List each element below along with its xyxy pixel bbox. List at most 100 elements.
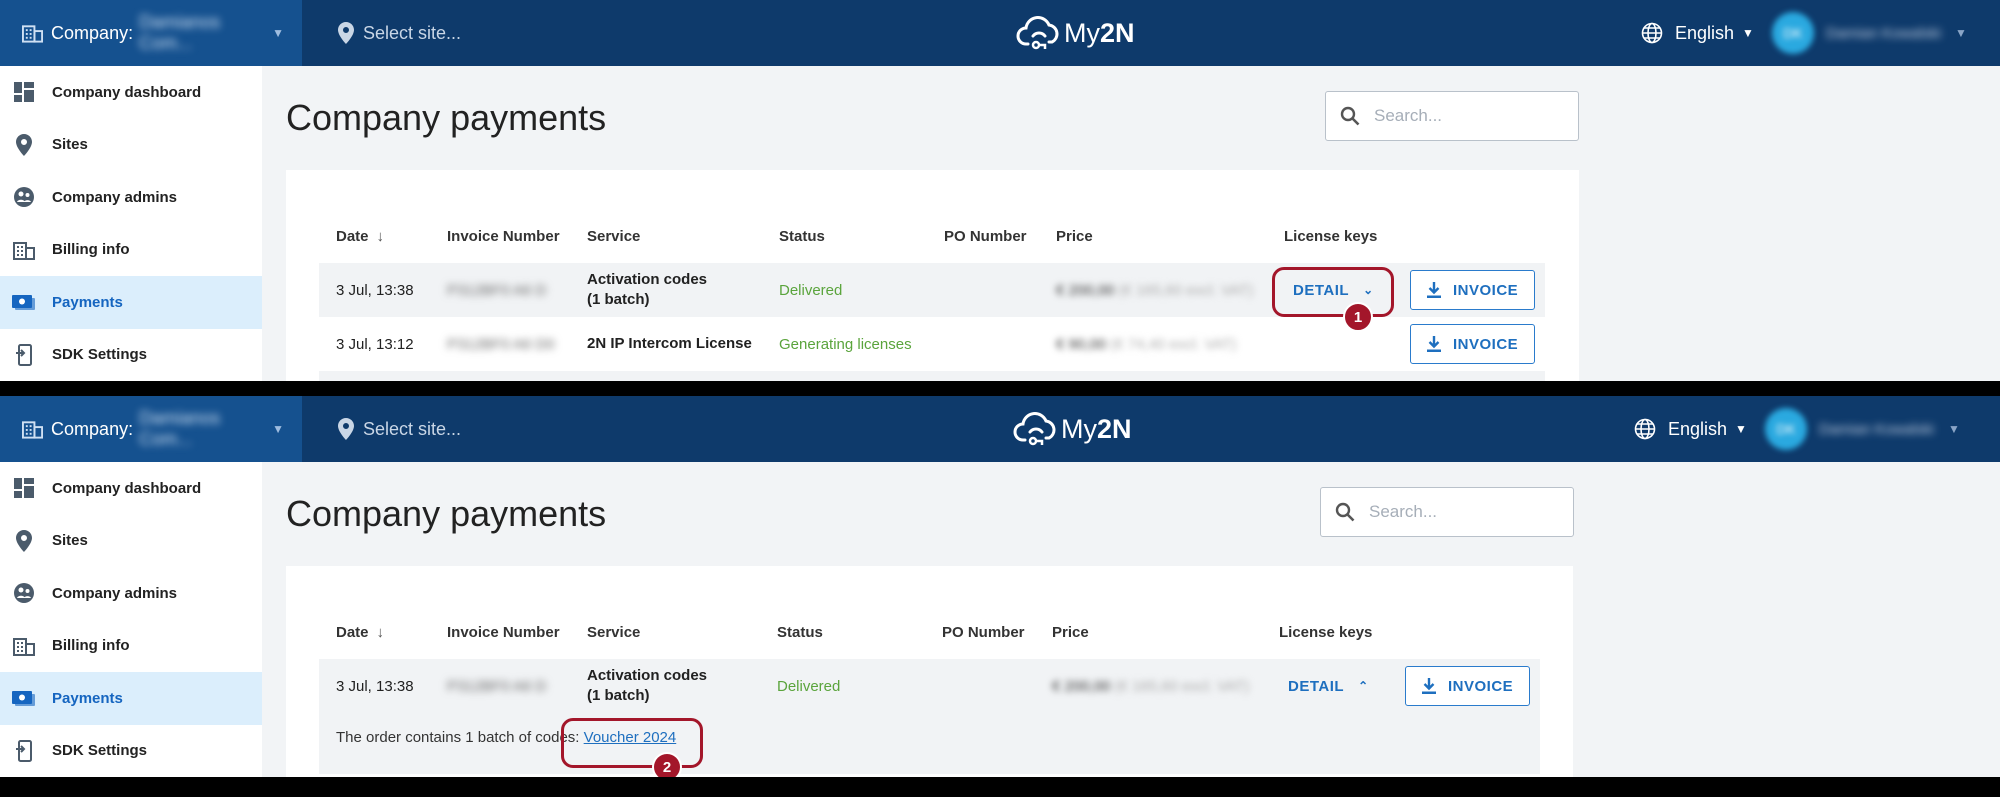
search-icon (1335, 502, 1355, 522)
date-cell: 3 Jul, 13:38 (336, 677, 414, 695)
globe-people-icon (12, 581, 36, 605)
search-placeholder: Search... (1374, 106, 1443, 125)
sidebar-item-label: Billing info (52, 241, 130, 259)
search-input[interactable]: Search... (1325, 91, 1579, 141)
sidebar-item-company-dashboard[interactable]: Company dashboard (0, 462, 262, 515)
building-icon (22, 421, 44, 439)
service-line-2: (1 batch) (587, 687, 650, 704)
search-placeholder: Search... (1369, 502, 1438, 521)
logo-text-2n: 2N (1097, 413, 1132, 444)
sidebar-item-label: SDK Settings (52, 742, 148, 760)
building-icon (22, 25, 44, 43)
sidebar-item-label: Payments (52, 689, 123, 707)
company-name: Damianos Com... (139, 12, 221, 53)
site-selector[interactable]: Select site... (338, 0, 461, 66)
sidebar-item-label: Billing info (52, 637, 130, 655)
table-row-expanded: 3 Jul, 13:38 P312BF0 A6 D Activation cod… (319, 659, 1540, 774)
sidebar-item-company-admins[interactable]: Company admins (0, 171, 262, 224)
status-cell: Delivered (777, 677, 841, 695)
status-cell: Delivered (779, 281, 843, 299)
location-pin-icon (12, 529, 36, 553)
step-badge-2: 2 (652, 752, 682, 777)
site-placeholder: Select site... (363, 418, 462, 439)
download-icon (1422, 678, 1436, 694)
caret-down-icon: ▼ (272, 26, 284, 40)
column-header-invoice-number: Invoice Number (447, 623, 560, 641)
screenshot-step-2: Company: Damianos Com... ▼ Select site..… (0, 396, 2000, 777)
sidebar-item-billing-info[interactable]: Billing info (0, 620, 262, 673)
globe-icon (1634, 418, 1656, 440)
screenshot-step-1: Company: Damianos Com... ▼ Select site..… (0, 0, 2000, 381)
invoice-label: INVOICE (1453, 281, 1519, 299)
user-menu[interactable]: DK Damian Kowalski ▼ (1765, 396, 1960, 462)
detail-button[interactable]: DETAIL ⌃ (1288, 678, 1369, 695)
my2n-logo: My 2N (1013, 408, 1132, 450)
column-header-date[interactable]: Date ↓ (336, 620, 384, 644)
company-selector[interactable]: Company: Damianos Com... ▼ (0, 396, 302, 462)
detail-cell: DETAIL ⌃ (1288, 659, 1369, 713)
search-input[interactable]: Search... (1320, 487, 1574, 537)
service-cell: Activation codes (1 batch) (587, 263, 707, 317)
invoice-cell: INVOICE (1410, 263, 1536, 317)
date-cell: 3 Jul, 13:38 (336, 281, 414, 299)
sidebar-item-label: Company dashboard (52, 83, 202, 101)
site-selector[interactable]: Select site... (338, 396, 461, 462)
invoice-button[interactable]: INVOICE (1410, 324, 1536, 364)
payments-table: Date ↓ Invoice Number Service Status PO N… (286, 566, 1573, 777)
service-cell: 2N IP Intercom License (587, 317, 752, 371)
sidebar-item-payments[interactable]: Payments (0, 672, 262, 725)
language-selector[interactable]: English ▼ (1641, 0, 1754, 66)
building-icon (12, 238, 36, 262)
invoice-cell: INVOICE (1405, 659, 1531, 713)
sidebar-item-sdk-settings[interactable]: SDK Settings (0, 725, 262, 778)
column-header-price: Price (1052, 623, 1089, 641)
invoice-label: INVOICE (1453, 335, 1519, 353)
invoice-button[interactable]: INVOICE (1405, 666, 1531, 706)
service-line-2: (1 batch) (587, 291, 650, 308)
globe-people-icon (12, 185, 36, 209)
user-name: Damian Kowalski (1826, 24, 1942, 42)
language-selector[interactable]: English ▼ (1634, 396, 1747, 462)
invoice-cell: INVOICE (1410, 317, 1536, 371)
price-cell: € 200,00 (€ 165,60 excl. VAT) (1056, 263, 1253, 317)
company-selector[interactable]: Company: Damianos Com... ▼ (0, 0, 302, 66)
sidebar: Company dashboard Sites Company admins B… (0, 66, 262, 381)
column-header-po-number: PO Number (944, 227, 1027, 245)
column-header-date[interactable]: Date ↓ (336, 224, 384, 248)
search-icon (1340, 106, 1360, 126)
building-icon (12, 634, 36, 658)
location-pin-icon (338, 22, 354, 44)
sort-arrow-down-icon: ↓ (376, 623, 385, 641)
logo-text-2n: 2N (1100, 17, 1135, 48)
cloud-logo-icon (1013, 412, 1056, 446)
price-value: € 90,00 (1056, 335, 1107, 353)
batch-note-text: The order contains 1 batch of codes: (336, 729, 580, 746)
sort-arrow-down-icon: ↓ (376, 227, 385, 245)
service-line-1: Activation codes (587, 271, 708, 288)
avatar: DK (1765, 408, 1807, 450)
column-header-po-number: PO Number (942, 623, 1025, 641)
sidebar-item-sdk-settings[interactable]: SDK Settings (0, 329, 262, 382)
sidebar-item-sites[interactable]: Sites (0, 119, 262, 172)
invoice-number-cell: P312BF0 A6 D0 (447, 335, 555, 353)
price-excl-vat: (€ 165,60 excl. VAT) (1118, 281, 1254, 299)
invoice-button[interactable]: INVOICE (1410, 270, 1536, 310)
language-label: English (1668, 418, 1728, 439)
chevron-up-icon: ⌃ (1358, 679, 1369, 693)
column-header-license-keys: License keys (1284, 227, 1378, 245)
sidebar-item-payments[interactable]: Payments (0, 276, 262, 329)
sidebar-item-sites[interactable]: Sites (0, 515, 262, 568)
sidebar-item-company-dashboard[interactable]: Company dashboard (0, 66, 262, 119)
sidebar-item-label: Company admins (52, 584, 178, 602)
header-label: Date (336, 623, 369, 641)
user-menu[interactable]: DK Damian Kowalski ▼ (1772, 0, 1967, 66)
sidebar-item-billing-info[interactable]: Billing info (0, 224, 262, 277)
logo-text-my: My (1061, 413, 1097, 444)
highlight-voucher-link (561, 718, 703, 768)
sidebar-item-company-admins[interactable]: Company admins (0, 567, 262, 620)
payments-icon (12, 686, 36, 710)
language-label: English (1675, 22, 1735, 43)
invoice-label: INVOICE (1448, 677, 1514, 695)
user-name: Damian Kowalski (1819, 420, 1935, 438)
location-pin-icon (12, 133, 36, 157)
